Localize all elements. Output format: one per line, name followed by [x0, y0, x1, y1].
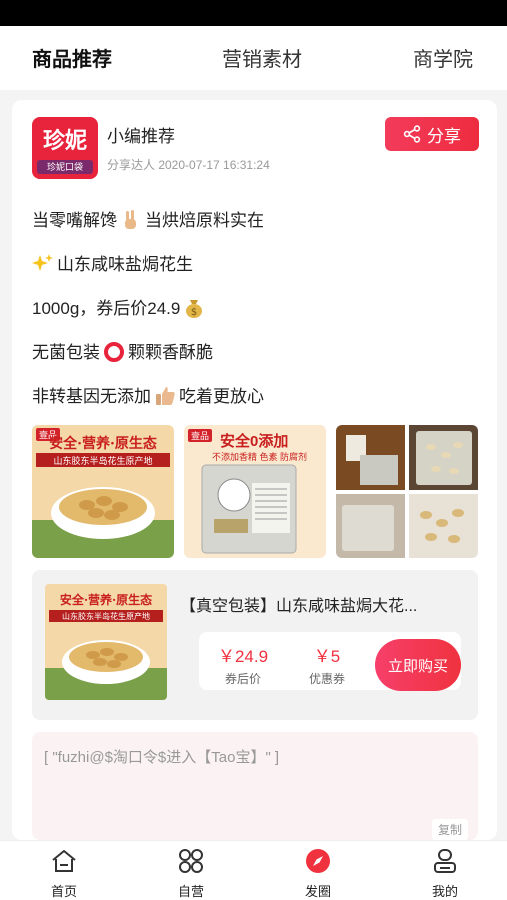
post-line-4: 无菌包装 颗颗香酥脆	[32, 338, 213, 363]
product-image[interactable]: 安全·营养·原生态 山东胶东半岛花生原产地	[45, 584, 167, 700]
share-label: 分享	[427, 126, 461, 146]
price-panel: ￥24.9 券后价 ￥5 优惠券 立即购买	[199, 632, 461, 691]
victory-hand-icon	[125, 210, 136, 229]
post-image-2[interactable]: 壹品 安全0添加 不添加香精 色素 防腐剂	[184, 425, 326, 558]
tab-product-recommend[interactable]: 商品推荐	[32, 43, 112, 72]
image-title: 安全0添加	[220, 433, 289, 450]
final-price-label: 券后价	[224, 672, 261, 686]
post-line-text: 颗颗香酥脆	[128, 343, 213, 362]
tao-command-text: [ "fuzhi@$淘口令$进入【Tao宝】" ]	[44, 749, 280, 766]
post-meta: 分享达人 2020-07-17 16:31:24	[107, 158, 270, 172]
nav-label: 发圈	[304, 884, 331, 899]
image-slogan: 安全·营养·原生态	[49, 436, 157, 452]
nav-label: 我的	[431, 884, 458, 899]
final-price-column: ￥24.9 券后价	[203, 642, 283, 687]
post-image-3[interactable]	[336, 425, 478, 558]
home-icon	[52, 850, 76, 872]
red-circle-icon	[104, 342, 124, 362]
avatar: 珍妮 珍妮口袋	[32, 117, 98, 179]
nav-mine[interactable]: 我的	[405, 847, 485, 900]
image-subtitle: 不添加香精 色素 防腐剂	[212, 452, 308, 462]
sparkles-icon	[32, 254, 53, 271]
status-bar	[0, 0, 507, 26]
top-tab-bar: 商品推荐 营销素材 商学院	[0, 26, 507, 103]
tao-command-box[interactable]: [ "fuzhi@$淘口令$进入【Tao宝】" ] 复制	[32, 732, 478, 840]
money-bag-icon: $	[186, 300, 203, 318]
product-image-banner: 山东胶东半岛花生原产地	[62, 612, 150, 621]
post-line-text: 山东咸味盐焗花生	[57, 255, 193, 274]
nav-label: 自营	[177, 884, 204, 899]
user-icon	[434, 849, 456, 873]
bottom-nav: 首页 自营 发圈 我的	[0, 840, 507, 900]
post-line-text: 当零嘴解馋	[32, 211, 117, 230]
coupon-column: ￥5 优惠券	[287, 642, 367, 687]
image-banner: 山东胶东半岛花生原产地	[53, 456, 153, 466]
buy-now-button[interactable]: 立即购买	[375, 639, 461, 691]
post-line-text: 当烘焙原料实在	[145, 211, 264, 230]
post-card: 珍妮 珍妮口袋 小编推荐 分享达人 2020-07-17 16:31:24 分享…	[12, 100, 497, 840]
nav-home[interactable]: 首页	[24, 847, 104, 900]
tab-business-school[interactable]: 商学院	[413, 43, 473, 72]
image-brand: 壹品	[188, 429, 213, 442]
post-line-text: 1000g，券后价24.9	[32, 299, 181, 318]
product-image-slogan: 安全·营养·原生态	[59, 593, 153, 607]
share-icon	[403, 125, 421, 143]
coupon-label: 优惠券	[308, 672, 345, 686]
tab-marketing-material[interactable]: 营销素材	[222, 43, 302, 72]
avatar-logo-subtext: 珍妮口袋	[37, 160, 93, 174]
coupon-value: ￥5	[313, 647, 341, 666]
author-name: 小编推荐	[107, 127, 175, 146]
post-line-text: 吃着更放心	[179, 387, 264, 406]
copy-button[interactable]: 复制	[431, 819, 468, 840]
thumbs-up-icon	[156, 387, 175, 405]
compass-icon	[306, 849, 330, 873]
product-title[interactable]: 【真空包装】山东咸味盐焗大花...	[180, 592, 470, 616]
svg-text:$: $	[191, 307, 197, 318]
post-line-5: 非转基因无添加 吃着更放心	[32, 382, 264, 407]
nav-label: 首页	[50, 884, 77, 899]
nav-self-operated[interactable]: 自营	[151, 847, 231, 900]
post-line-text: 无菌包装	[32, 343, 100, 362]
post-line-3: 1000g，券后价24.9 $	[32, 294, 208, 319]
grid-icon	[179, 849, 203, 873]
final-price: ￥24.9	[217, 647, 269, 666]
product-card[interactable]: 安全·营养·原生态 山东胶东半岛花生原产地 【真空包装】山东咸味盐焗大花... …	[32, 570, 478, 720]
post-line-2: 山东咸味盐焗花生	[32, 250, 193, 275]
share-button[interactable]: 分享	[385, 117, 479, 151]
post-line-1: 当零嘴解馋 当烘焙原料实在	[32, 206, 264, 231]
photo-collage-image	[336, 425, 478, 558]
post-image-1[interactable]: 壹品 安全·营养·原生态 山东胶东半岛花生原产地	[32, 425, 174, 558]
avatar-logo-text: 珍妮	[42, 128, 87, 154]
nav-moments[interactable]: 发圈	[278, 847, 358, 900]
post-line-text: 非转基因无添加	[32, 387, 151, 406]
